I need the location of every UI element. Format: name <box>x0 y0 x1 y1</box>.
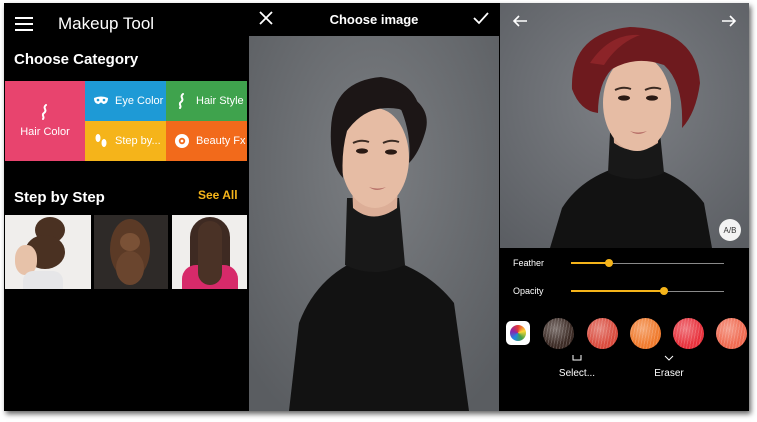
eraser-tool-button[interactable]: Eraser <box>639 368 699 379</box>
step-by-step-title: Step by Step <box>14 189 105 206</box>
category-label: Eye Color <box>115 95 164 107</box>
choose-category-title: Choose Category <box>14 51 139 68</box>
app-toolbar: Makeup Tool <box>4 3 249 47</box>
category-tile-eye-color[interactable]: Eye Color <box>85 81 166 121</box>
choose-image-toolbar: Choose image <box>249 3 499 36</box>
editor-screen: A/B Feather Opacity Select... Eraser <box>500 3 749 411</box>
hair-color-swatch[interactable] <box>673 318 704 349</box>
feather-slider-handle[interactable] <box>605 259 613 267</box>
color-wheel-icon <box>510 325 526 341</box>
hair-icon <box>174 93 190 109</box>
category-label: Beauty Fx <box>196 135 246 147</box>
select-brush-icon <box>572 355 582 361</box>
feather-slider-fill <box>571 262 609 264</box>
check-icon[interactable] <box>473 11 489 25</box>
home-screen: Makeup Tool Choose Category Hair Color E… <box>4 3 249 411</box>
step-thumbnail-bun[interactable] <box>5 215 91 289</box>
category-label: Hair Style <box>196 95 244 107</box>
portrait-photo-red-hair <box>500 3 749 248</box>
hair-color-swatch[interactable] <box>543 318 574 349</box>
category-tile-hair-style[interactable]: Hair Style <box>166 81 247 121</box>
footsteps-icon <box>93 133 109 149</box>
opacity-slider-fill <box>571 290 664 292</box>
forward-arrow-icon[interactable] <box>721 13 737 29</box>
category-tile-step-by-step[interactable]: Step by... <box>85 121 166 161</box>
app-title: Makeup Tool <box>58 14 155 33</box>
see-all-link[interactable]: See All <box>198 188 238 202</box>
category-tile-beauty-fx[interactable]: Beauty Fx <box>166 121 247 161</box>
feather-label: Feather <box>513 258 545 268</box>
hair-color-swatch[interactable] <box>630 318 661 349</box>
choose-image-title: Choose image <box>329 12 419 27</box>
category-label: Hair Color <box>20 126 70 138</box>
portrait-photo <box>249 3 499 411</box>
effects-icon <box>174 133 190 149</box>
mask-icon <box>93 93 109 109</box>
opacity-slider-handle[interactable] <box>660 287 668 295</box>
color-picker-button[interactable] <box>506 321 530 345</box>
chevron-down-icon <box>664 355 674 361</box>
step-thumbnail-braid[interactable] <box>94 215 168 289</box>
category-tile-hair-color[interactable]: Hair Color <box>5 81 85 161</box>
back-arrow-icon[interactable] <box>512 13 528 29</box>
hair-color-swatch[interactable] <box>716 318 747 349</box>
before-after-toggle-icon[interactable]: A/B <box>719 219 741 241</box>
choose-image-screen: Choose image <box>249 3 499 411</box>
hair-color-swatch[interactable] <box>587 318 618 349</box>
screenshot-frame: Makeup Tool Choose Category Hair Color E… <box>4 3 749 411</box>
step-thumbnail-half-up[interactable] <box>172 215 247 289</box>
select-tool-button[interactable]: Select... <box>547 368 607 379</box>
opacity-label: Opacity <box>513 286 544 296</box>
menu-icon[interactable] <box>15 17 33 31</box>
category-label: Step by... <box>115 135 161 147</box>
hair-icon <box>37 104 53 120</box>
edited-photo: A/B <box>500 3 749 248</box>
